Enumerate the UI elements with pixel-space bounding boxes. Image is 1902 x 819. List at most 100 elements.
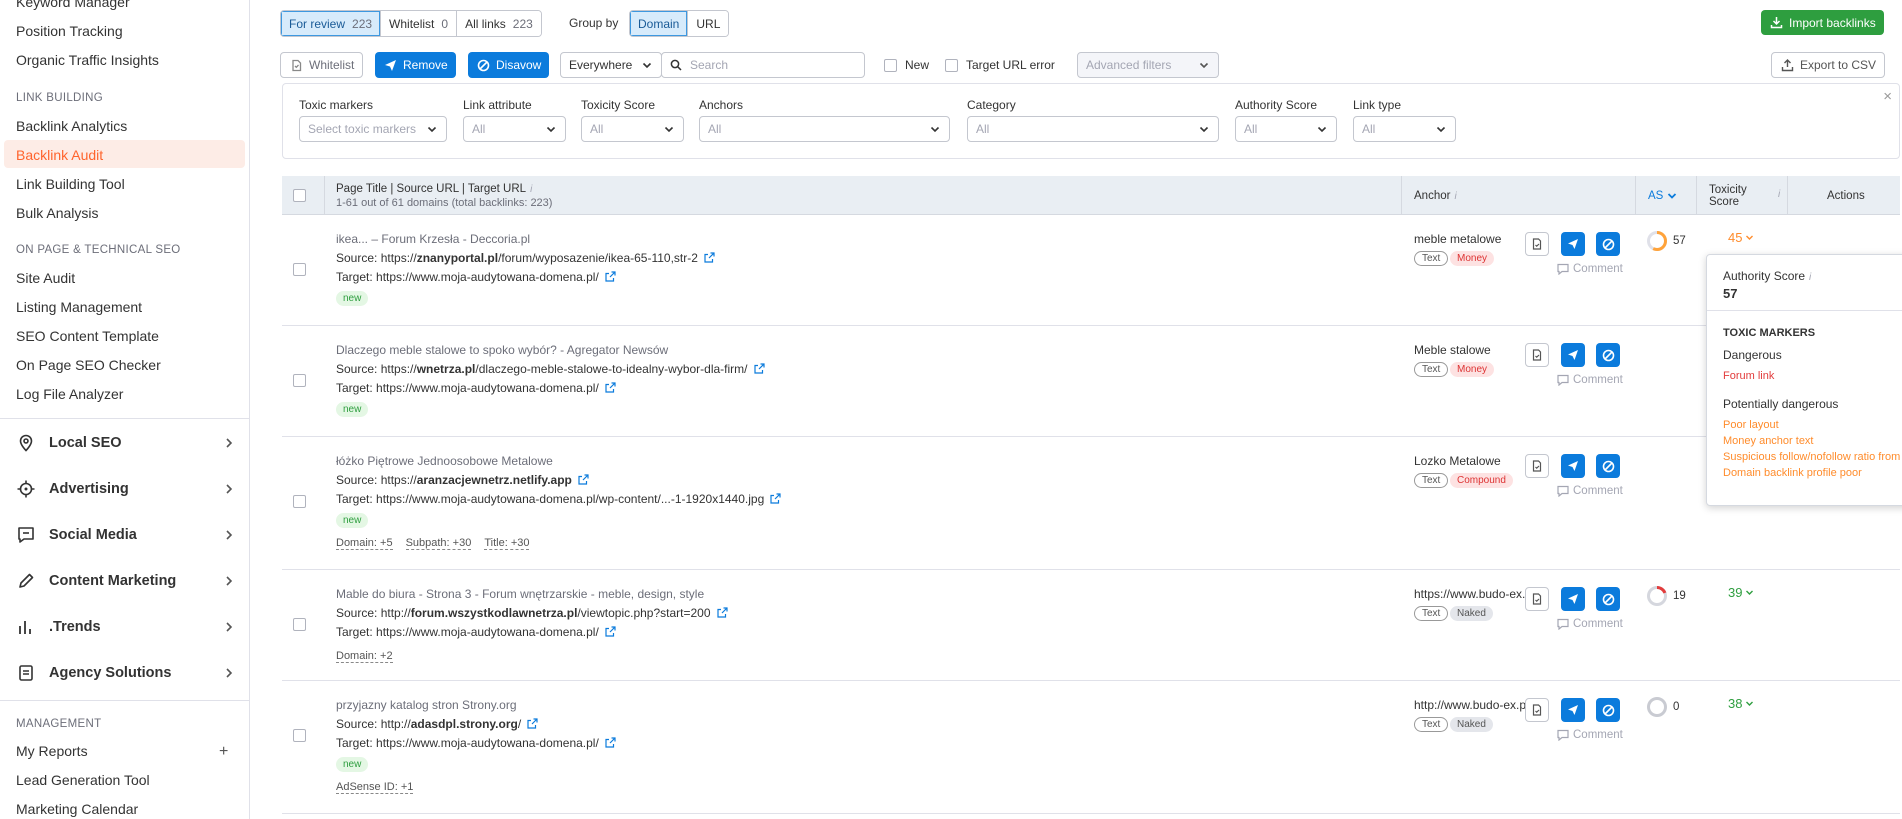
external-link-icon[interactable] (716, 607, 728, 618)
row-checkbox[interactable] (293, 618, 306, 631)
info-icon[interactable]: i (1809, 272, 1811, 283)
mark-button[interactable] (1525, 454, 1549, 478)
select-all-checkbox[interactable] (293, 189, 306, 202)
add-report-icon[interactable]: + (219, 743, 228, 761)
row-source-url[interactable]: Source: http://forum.wszystkodlawnetrza.… (336, 606, 728, 620)
new-filter-checkbox[interactable]: New (884, 58, 929, 72)
checkbox[interactable] (884, 58, 897, 72)
disavow-row-button[interactable] (1596, 454, 1620, 478)
anchors-select[interactable]: All (699, 116, 950, 142)
sidebar-item-lead-generation-tool[interactable]: Lead Generation Tool (16, 772, 150, 788)
checkbox[interactable] (945, 58, 958, 72)
sidebar-group-local-seo[interactable]: Local SEO (16, 429, 236, 457)
row-page-title[interactable]: przyjazny katalog stron Strony.org (336, 698, 517, 712)
row-page-title[interactable]: łóżko Piętrowe Jednoosobowe Metalowe (336, 454, 553, 468)
row-source-url[interactable]: Source: http://adasdpl.strony.org/ (336, 717, 538, 731)
link-attribute-select[interactable]: All (463, 116, 566, 142)
send-remove-button[interactable] (1561, 587, 1585, 611)
row-target-url[interactable]: Target: https://www.moja-audytowana-dome… (336, 492, 781, 506)
comment-link[interactable]: Comment (1557, 263, 1623, 275)
send-remove-button[interactable] (1561, 454, 1585, 478)
delta-subpath[interactable]: Subpath: +30 (405, 537, 472, 550)
external-link-icon[interactable] (605, 271, 616, 282)
info-icon[interactable]: i (1778, 189, 1780, 200)
external-link-icon[interactable] (605, 737, 616, 748)
row-target-url[interactable]: Target: https://www.moja-audytowana-dome… (336, 270, 616, 284)
toxicity-score[interactable]: 38 (1728, 696, 1754, 711)
sidebar-item-site-audit[interactable]: Site Audit (16, 270, 75, 286)
sidebar-item-organic-traffic-insights[interactable]: Organic Traffic Insights (16, 52, 159, 68)
sidebar-item-backlink-audit[interactable]: Backlink Audit (16, 147, 103, 163)
export-csv-button[interactable]: Export to CSV (1771, 52, 1886, 78)
toxicity-score[interactable]: 39 (1728, 585, 1754, 600)
disavow-row-button[interactable] (1596, 698, 1620, 722)
column-as-sort[interactable]: AS (1648, 176, 1677, 215)
column-anchor[interactable]: Anchor i (1414, 176, 1457, 215)
sidebar-group-agency-solutions[interactable]: Agency Solutions (16, 659, 236, 687)
toxicity-score-select[interactable]: All (581, 116, 684, 142)
external-link-icon[interactable] (753, 363, 765, 374)
authority-score-select[interactable]: All (1235, 116, 1337, 142)
close-filters-icon[interactable]: × (1883, 88, 1892, 105)
delta-adsense[interactable]: AdSense ID: +1 (336, 781, 414, 794)
delta-domain[interactable]: Domain: +5 (336, 537, 393, 550)
row-checkbox[interactable] (293, 263, 306, 276)
sidebar-item-keyword-manager[interactable]: Keyword Manager (16, 0, 130, 10)
sidebar-item-seo-content-template[interactable]: SEO Content Template (16, 328, 159, 344)
comment-link[interactable]: Comment (1557, 729, 1623, 741)
sidebar-item-link-building-tool[interactable]: Link Building Tool (16, 176, 125, 192)
tab-whitelist[interactable]: Whitelist 0 (381, 11, 458, 36)
mark-button[interactable] (1525, 587, 1549, 611)
group-by-domain[interactable]: Domain (630, 11, 689, 36)
comment-link[interactable]: Comment (1557, 618, 1623, 630)
mark-button[interactable] (1525, 698, 1549, 722)
toxic-markers-select[interactable]: Select toxic markers (299, 116, 447, 142)
send-remove-button[interactable] (1561, 698, 1585, 722)
external-link-icon[interactable] (770, 493, 781, 504)
row-page-title[interactable]: Dlaczego meble stalowe to spoko wybór? -… (336, 343, 668, 357)
disavow-row-button[interactable] (1596, 587, 1620, 611)
comment-link[interactable]: Comment (1557, 485, 1623, 497)
import-backlinks-button[interactable]: Import backlinks (1761, 10, 1884, 35)
sidebar-item-my-reports[interactable]: My Reports (16, 743, 88, 759)
send-remove-button[interactable] (1561, 232, 1585, 256)
tab-all-links[interactable]: All links 223 (457, 11, 541, 36)
sidebar-item-on-page-seo-checker[interactable]: On Page SEO Checker (16, 357, 161, 373)
column-toxicity[interactable]: Toxicity Score (1709, 176, 1747, 215)
sidebar-group-social-media[interactable]: Social Media (16, 521, 236, 549)
disavow-button[interactable]: Disavow (468, 52, 550, 78)
row-checkbox[interactable] (293, 495, 306, 508)
target-url-error-checkbox[interactable]: Target URL error (945, 58, 1055, 72)
sidebar-group-trends[interactable]: .Trends (16, 613, 236, 641)
sidebar-item-backlink-analytics[interactable]: Backlink Analytics (16, 118, 127, 134)
row-checkbox[interactable] (293, 729, 306, 742)
whitelist-button[interactable]: Whitelist (280, 52, 364, 78)
scope-select[interactable]: Everywhere (560, 52, 662, 78)
external-link-icon[interactable] (527, 718, 538, 729)
info-icon[interactable]: i (1454, 191, 1456, 202)
sidebar-group-advertising[interactable]: Advertising (16, 475, 236, 503)
mark-button[interactable] (1525, 343, 1549, 367)
external-link-icon[interactable] (578, 474, 589, 485)
sidebar-item-log-file-analyzer[interactable]: Log File Analyzer (16, 386, 123, 402)
disavow-row-button[interactable] (1596, 232, 1620, 256)
row-source-url[interactable]: Source: https://aranzacjewnetrz.netlify.… (336, 473, 589, 487)
row-checkbox[interactable] (293, 374, 306, 387)
row-target-url[interactable]: Target: https://www.moja-audytowana-dome… (336, 381, 616, 395)
search-input[interactable]: Search (661, 52, 865, 78)
row-target-url[interactable]: Target: https://www.moja-audytowana-dome… (336, 736, 616, 750)
toxicity-score[interactable]: 45 (1728, 230, 1754, 245)
sidebar-item-listing-management[interactable]: Listing Management (16, 299, 142, 315)
mark-button[interactable] (1525, 232, 1549, 256)
row-source-url[interactable]: Source: https://znanyportal.pl/forum/wyp… (336, 251, 715, 265)
tab-for-review[interactable]: For review 223 (281, 11, 382, 36)
row-source-url[interactable]: Source: https://wnetrza.pl/dlaczego-mebl… (336, 362, 765, 376)
group-by-url[interactable]: URL (688, 11, 729, 36)
disavow-row-button[interactable] (1596, 343, 1620, 367)
advanced-filters-select[interactable]: Advanced filters (1077, 52, 1219, 78)
row-page-title[interactable]: Mable do biura - Strona 3 - Forum wnętrz… (336, 587, 704, 601)
delta-domain[interactable]: Domain: +2 (336, 650, 393, 663)
delta-title[interactable]: Title: +30 (484, 537, 530, 550)
sidebar-item-bulk-analysis[interactable]: Bulk Analysis (16, 205, 98, 221)
row-page-title[interactable]: ikea... – Forum Krzesła - Deccoria.pl (336, 232, 530, 246)
